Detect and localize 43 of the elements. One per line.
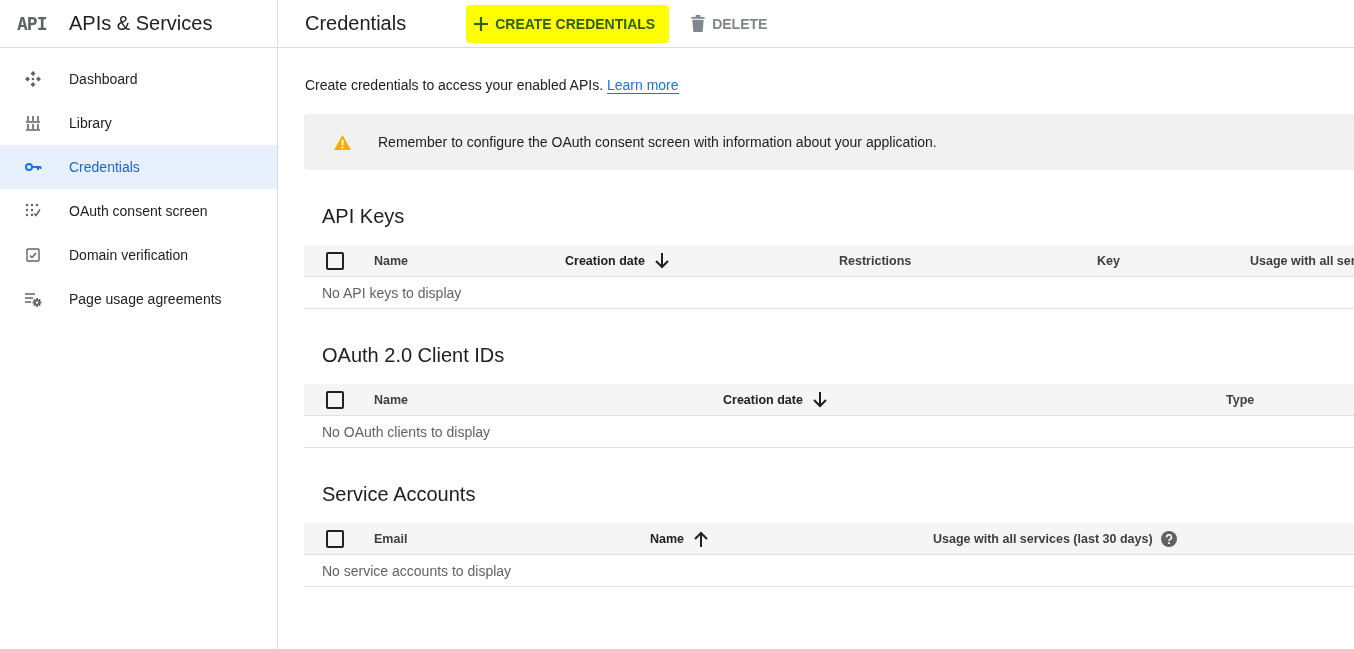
column-header: Restrictions: [839, 253, 912, 268]
select-all-checkbox[interactable]: [326, 529, 344, 548]
empty-message: No service accounts to display: [322, 562, 512, 579]
sidebar-item[interactable]: Credentials: [0, 145, 277, 189]
sidebar-item[interactable]: Dashboard: [0, 57, 277, 101]
sidebar-item[interactable]: Library: [0, 101, 277, 145]
intro-text: Create credentials to access your enabled APIs. Learn more: [305, 76, 680, 95]
empty-message: No API keys to display: [322, 284, 462, 301]
arrow-down-icon[interactable]: [654, 252, 669, 269]
sidebar-item[interactable]: Page usage agreements: [0, 277, 277, 321]
section-title: Service Accounts: [321, 482, 477, 507]
plus-icon: [474, 16, 489, 31]
api-logo: API: [17, 13, 48, 34]
help-icon[interactable]: [1160, 530, 1177, 547]
column-header[interactable]: Creation date: [723, 392, 803, 407]
sidebar-item[interactable]: OAuth consent screen: [0, 189, 277, 233]
alert-text: Remember to configure the OAuth consent screen with information about your application.: [378, 134, 937, 150]
page-title: Credentials: [305, 12, 407, 35]
select-all-checkbox[interactable]: [326, 390, 344, 409]
trash-icon: [691, 15, 706, 32]
warning-icon: [334, 134, 351, 150]
column-header: Type: [1226, 392, 1255, 407]
checked-square-icon: [24, 246, 42, 264]
empty-message: No OAuth clients to display: [322, 423, 491, 440]
app-title: APIs & Services: [69, 12, 213, 35]
learn-more-link[interactable]: Learn more: [606, 77, 679, 94]
create-credentials-button[interactable]: CREATE CREDENTIALS: [466, 4, 670, 43]
column-header: Key: [1097, 253, 1120, 268]
column-header: Name: [374, 392, 409, 407]
arrow-up-icon[interactable]: [694, 530, 709, 547]
section-title: API Keys: [321, 204, 406, 229]
column-header[interactable]: Name: [650, 531, 685, 546]
diamond-dots-icon: [24, 70, 42, 88]
arrow-down-icon[interactable]: [812, 391, 827, 408]
select-all-checkbox[interactable]: [326, 251, 344, 270]
list-gear-icon: [24, 290, 42, 308]
column-header[interactable]: Creation date: [565, 253, 645, 268]
bars-grid-icon: [24, 114, 42, 132]
sidebar-item[interactable]: Domain verification: [0, 233, 277, 277]
section-title: OAuth 2.0 Client IDs: [321, 343, 506, 368]
column-header: Email: [374, 531, 408, 546]
column-header: Usage with all services (last 30 days): [933, 531, 1153, 546]
column-header: Name: [374, 253, 409, 268]
